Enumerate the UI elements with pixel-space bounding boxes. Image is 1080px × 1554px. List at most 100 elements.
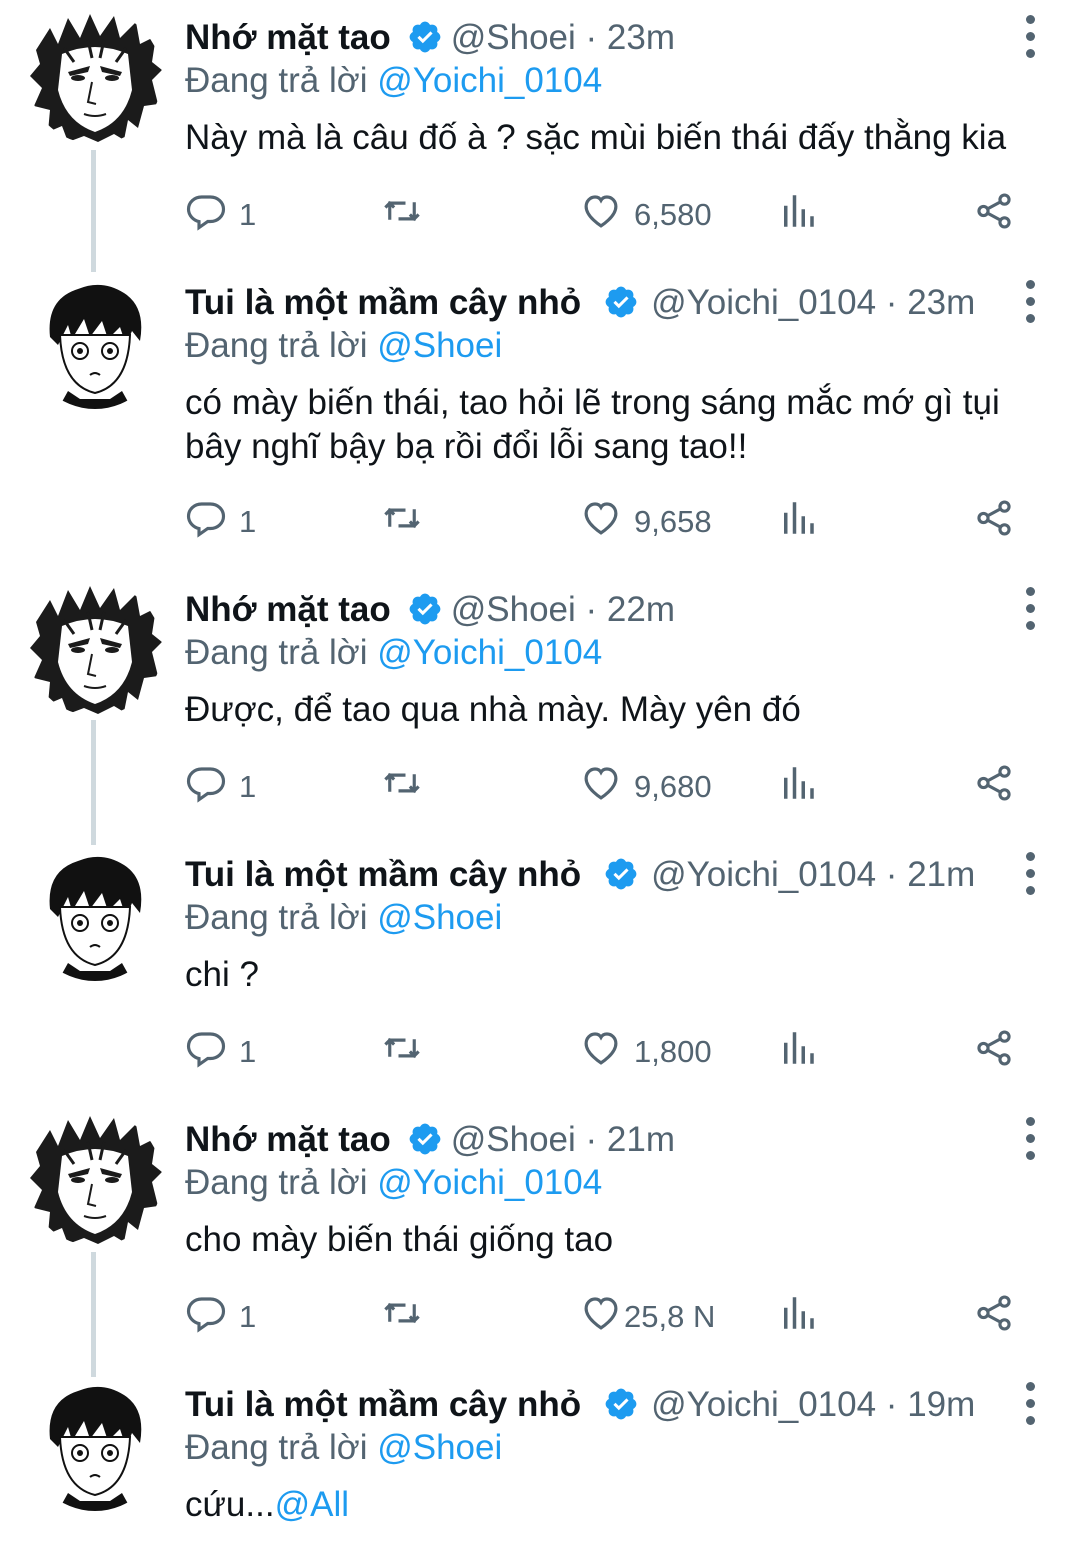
user-handle[interactable]: @Shoei — [451, 18, 576, 57]
replying-to: Đang trả lời @Yoichi_0104 — [185, 630, 602, 676]
timestamp[interactable]: 21m — [907, 855, 975, 894]
tweet[interactable]: Tui là một mầm cây nhỏ @Yoichi_0104 · 19m… — [0, 1367, 1080, 1554]
share-button[interactable] — [973, 762, 1015, 812]
verified-badge-icon — [603, 1386, 639, 1422]
reply-button[interactable]: 1 — [185, 762, 256, 812]
retweet-button[interactable] — [381, 762, 423, 812]
tweet-text-body: cứu... — [185, 1485, 275, 1524]
avatar[interactable] — [28, 1112, 162, 1246]
reply-icon — [185, 190, 227, 240]
share-button[interactable] — [973, 1292, 1015, 1342]
views-button[interactable] — [777, 1027, 819, 1077]
views-button[interactable] — [777, 1292, 819, 1342]
views-button[interactable] — [777, 497, 819, 547]
like-button[interactable]: 6,580 — [580, 190, 712, 240]
reply-mention-link[interactable]: @Yoichi_0104 — [377, 633, 602, 672]
reply-icon — [185, 1292, 227, 1342]
user-handle[interactable]: @Yoichi_0104 — [651, 283, 876, 322]
tweet-actions: 1 1,800 — [185, 1027, 1025, 1077]
tweet-header: Tui là một mầm cây nhỏ @Yoichi_0104 · 23m — [185, 280, 975, 326]
replying-prefix: Đang trả lời — [185, 898, 368, 937]
reply-button[interactable]: 1 — [185, 190, 256, 240]
tweet[interactable]: Tui là một mầm cây nhỏ @Yoichi_0104 · 21m… — [0, 837, 1080, 1102]
avatar[interactable] — [28, 10, 162, 144]
share-button[interactable] — [973, 190, 1015, 240]
more-options-icon[interactable] — [1020, 277, 1040, 327]
more-options-icon[interactable] — [1020, 1114, 1040, 1164]
display-name[interactable]: Nhớ mặt tao — [185, 1120, 391, 1159]
reply-icon — [185, 1027, 227, 1077]
timestamp[interactable]: 23m — [607, 18, 675, 57]
tweet-text-mention[interactable]: @All — [275, 1485, 349, 1524]
replying-to: Đang trả lời @Shoei — [185, 1425, 502, 1471]
share-button[interactable] — [973, 1027, 1015, 1077]
display-name[interactable]: Nhớ mặt tao — [185, 18, 391, 57]
timestamp[interactable]: 23m — [907, 283, 975, 322]
avatar[interactable] — [28, 582, 162, 716]
share-button[interactable] — [973, 497, 1015, 547]
tweet-actions: 1 6,580 — [185, 190, 1025, 240]
tweet-header: Tui là một mầm cây nhỏ @Yoichi_0104 · 21m — [185, 852, 975, 898]
separator-dot: · — [575, 1120, 607, 1159]
views-icon — [777, 190, 819, 240]
reply-mention-link[interactable]: @Shoei — [377, 326, 502, 365]
retweet-button[interactable] — [381, 190, 423, 240]
retweet-icon — [381, 497, 423, 547]
reply-count: 1 — [239, 769, 257, 804]
like-button[interactable]: 9,658 — [580, 497, 712, 547]
replying-to: Đang trả lời @Shoei — [185, 323, 502, 369]
more-options-icon[interactable] — [1020, 584, 1040, 634]
timestamp[interactable]: 22m — [607, 590, 675, 629]
avatar[interactable] — [28, 275, 162, 409]
reply-icon — [185, 497, 227, 547]
timestamp[interactable]: 19m — [907, 1385, 975, 1424]
retweet-button[interactable] — [381, 1292, 423, 1342]
display-name[interactable]: Nhớ mặt tao — [185, 590, 391, 629]
display-name[interactable]: Tui là một mầm cây nhỏ — [185, 1385, 581, 1424]
tweet[interactable]: Nhớ mặt tao @Shoei · 22m Đang trả lời @Yo… — [0, 572, 1080, 837]
verified-badge-icon — [407, 1121, 443, 1157]
display-name[interactable]: Tui là một mầm cây nhỏ — [185, 283, 581, 322]
like-button[interactable]: 1,800 — [580, 1027, 712, 1077]
views-button[interactable] — [777, 762, 819, 812]
like-button[interactable]: 9,680 — [580, 762, 712, 812]
more-options-icon[interactable] — [1020, 849, 1040, 899]
retweet-button[interactable] — [381, 497, 423, 547]
more-options-icon[interactable] — [1020, 12, 1040, 62]
user-handle[interactable]: @Yoichi_0104 — [651, 1385, 876, 1424]
replying-prefix: Đang trả lời — [185, 326, 368, 365]
tweet-header: Tui là một mầm cây nhỏ @Yoichi_0104 · 19m — [185, 1382, 975, 1428]
reply-mention-link[interactable]: @Yoichi_0104 — [377, 1163, 602, 1202]
reply-mention-link[interactable]: @Shoei — [377, 898, 502, 937]
tweet[interactable]: Nhớ mặt tao @Shoei · 23m Đang trả lời @Yo… — [0, 0, 1080, 265]
replying-prefix: Đang trả lời — [185, 61, 368, 100]
reply-mention-link[interactable]: @Yoichi_0104 — [377, 61, 602, 100]
display-name[interactable]: Tui là một mầm cây nhỏ — [185, 855, 581, 894]
replying-prefix: Đang trả lời — [185, 1428, 368, 1467]
retweet-button[interactable] — [381, 1027, 423, 1077]
tweet-text: Được, để tao qua nhà mày. Mày yên đó — [185, 688, 1045, 732]
avatar[interactable] — [28, 847, 162, 981]
reply-button[interactable]: 1 — [185, 497, 256, 547]
tweet-header: Nhớ mặt tao @Shoei · 23m — [185, 15, 675, 61]
views-button[interactable] — [777, 190, 819, 240]
tweet[interactable]: Tui là một mầm cây nhỏ @Yoichi_0104 · 23m… — [0, 265, 1080, 572]
reply-button[interactable]: 1 — [185, 1292, 256, 1342]
tweet-text: có mày biến thái, tao hỏi lẽ trong sáng … — [185, 381, 1045, 469]
user-handle[interactable]: @Shoei — [451, 1120, 576, 1159]
replying-to: Đang trả lời @Yoichi_0104 — [185, 58, 602, 104]
tweet[interactable]: Nhớ mặt tao @Shoei · 21m Đang trả lời @Yo… — [0, 1102, 1080, 1367]
avatar[interactable] — [28, 1377, 162, 1511]
user-handle[interactable]: @Shoei — [451, 590, 576, 629]
share-icon — [973, 1027, 1015, 1077]
views-icon — [777, 1027, 819, 1077]
reply-button[interactable]: 1 — [185, 1027, 256, 1077]
timestamp[interactable]: 21m — [607, 1120, 675, 1159]
tweet-actions: 1 9,658 — [185, 497, 1025, 547]
more-options-icon[interactable] — [1020, 1379, 1040, 1429]
like-count: 9,680 — [634, 769, 712, 804]
tweet-actions: 1 9,680 — [185, 762, 1025, 812]
user-handle[interactable]: @Yoichi_0104 — [651, 855, 876, 894]
reply-mention-link[interactable]: @Shoei — [377, 1428, 502, 1467]
like-button[interactable]: 25,8 N — [580, 1292, 715, 1342]
